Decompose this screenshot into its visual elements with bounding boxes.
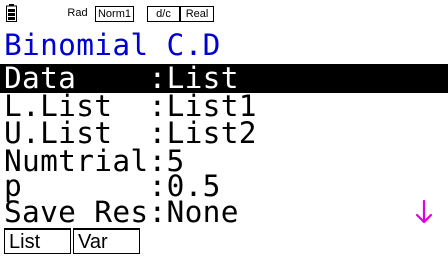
fkey-list-button[interactable]: List [4,228,71,254]
function-key-bar: List Var [0,228,448,256]
setting-separator: : [148,195,167,229]
fraction-mode-badge: d/c [147,6,180,22]
calculator-screen: Rad Norm1 d/c Real Binomial C.D Data :Li… [0,0,448,256]
setting-row-save-res[interactable]: Save Res:None [4,195,239,229]
battery-icon [6,4,17,22]
complex-mode-badge: Real [180,6,214,22]
setting-value: None [166,195,239,229]
fkey-var-button[interactable]: Var [73,228,140,254]
display-mode-badge: Norm1 [95,6,134,22]
scroll-down-arrow-icon [415,199,433,224]
angle-mode-badge: Rad [67,7,88,19]
page-title: Binomial C.D [4,28,221,62]
setting-label: Save Res [4,195,149,229]
status-bar: Rad Norm1 d/c Real [0,0,448,26]
